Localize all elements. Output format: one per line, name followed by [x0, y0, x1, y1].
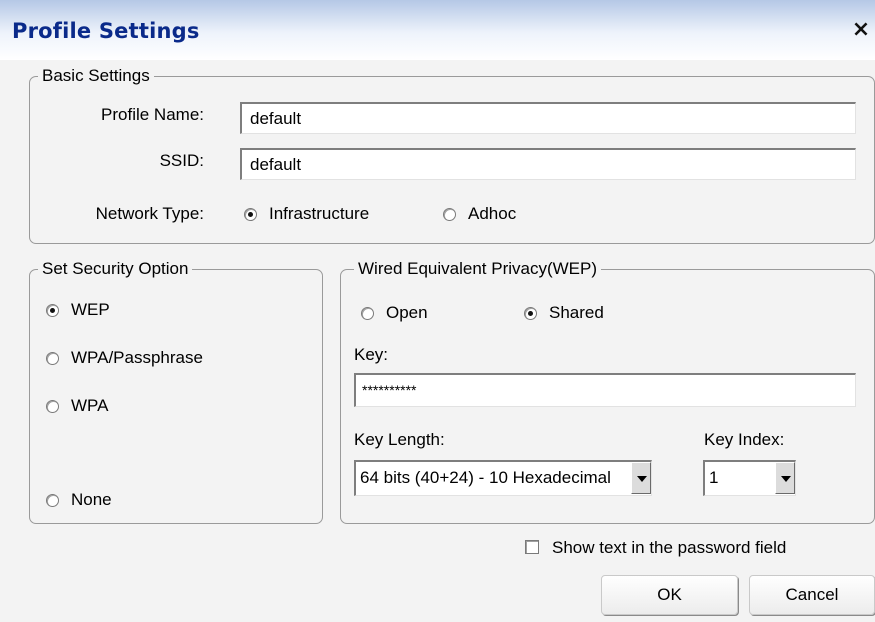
radio-wep[interactable]: WEP: [46, 300, 110, 320]
radio-wpa[interactable]: WPA: [46, 396, 108, 416]
radio-icon: [443, 207, 456, 221]
key-index-label: Key Index:: [704, 430, 785, 449]
radio-adhoc[interactable]: Adhoc: [443, 204, 516, 224]
profile-name-label: Profile Name:: [101, 105, 204, 124]
show-text-label: Show text in the password field: [552, 538, 787, 557]
radio-wpa-passphrase[interactable]: WPA/Passphrase: [46, 348, 203, 368]
dialog-body: Basic Settings Profile Name: default SSI…: [0, 60, 875, 622]
key-index-value: 1: [709, 468, 719, 487]
close-icon[interactable]: ×: [849, 17, 873, 43]
network-type-label: Network Type:: [95, 204, 204, 223]
radio-infrastructure[interactable]: Infrastructure: [244, 204, 369, 224]
wpa-passphrase-label: WPA/Passphrase: [71, 348, 203, 367]
radio-icon: [524, 306, 537, 320]
key-label: Key:: [354, 345, 389, 364]
radio-shared[interactable]: Shared: [524, 303, 604, 323]
dropdown-arrow-icon[interactable]: [775, 462, 795, 494]
radio-icon: [46, 493, 59, 507]
security-option-legend: Set Security Option: [38, 258, 193, 280]
adhoc-label: Adhoc: [468, 204, 517, 223]
radio-icon: [46, 303, 59, 317]
shared-label: Shared: [549, 303, 604, 322]
radio-icon: [46, 351, 59, 365]
cancel-button[interactable]: Cancel: [749, 575, 875, 615]
key-length-select[interactable]: 64 bits (40+24) - 10 Hexadecimal: [354, 460, 652, 496]
ssid-label: SSID:: [159, 151, 204, 170]
radio-none[interactable]: None: [46, 490, 112, 510]
security-option-group: Set Security Option WEP WPA/Passphrase W…: [29, 258, 323, 524]
radio-icon: [244, 207, 257, 221]
radio-icon: [46, 399, 59, 413]
key-index-select[interactable]: 1: [703, 460, 796, 496]
window-title: Profile Settings: [12, 19, 200, 43]
title-bar: Profile Settings ×: [0, 0, 875, 60]
key-field[interactable]: **********: [354, 373, 856, 407]
ssid-field[interactable]: default: [240, 148, 856, 180]
open-label: Open: [386, 303, 428, 322]
key-length-value: 64 bits (40+24) - 10 Hexadecimal: [360, 468, 611, 487]
basic-settings-group: Basic Settings Profile Name: default SSI…: [29, 65, 875, 244]
none-label: None: [71, 490, 112, 509]
profile-name-field[interactable]: default: [240, 102, 856, 134]
wep-group: Wired Equivalent Privacy(WEP) Open Share…: [340, 258, 875, 524]
wpa-label: WPA: [71, 396, 109, 415]
dropdown-arrow-icon[interactable]: [631, 462, 651, 494]
wep-label: WEP: [71, 300, 110, 319]
key-length-label: Key Length:: [354, 430, 445, 449]
checkbox-icon[interactable]: [525, 540, 539, 554]
radio-open[interactable]: Open: [361, 303, 428, 323]
ok-button[interactable]: OK: [601, 575, 738, 615]
radio-icon: [361, 306, 374, 320]
infrastructure-label: Infrastructure: [269, 204, 370, 223]
basic-settings-legend: Basic Settings: [38, 65, 154, 87]
wep-legend: Wired Equivalent Privacy(WEP): [354, 258, 602, 280]
